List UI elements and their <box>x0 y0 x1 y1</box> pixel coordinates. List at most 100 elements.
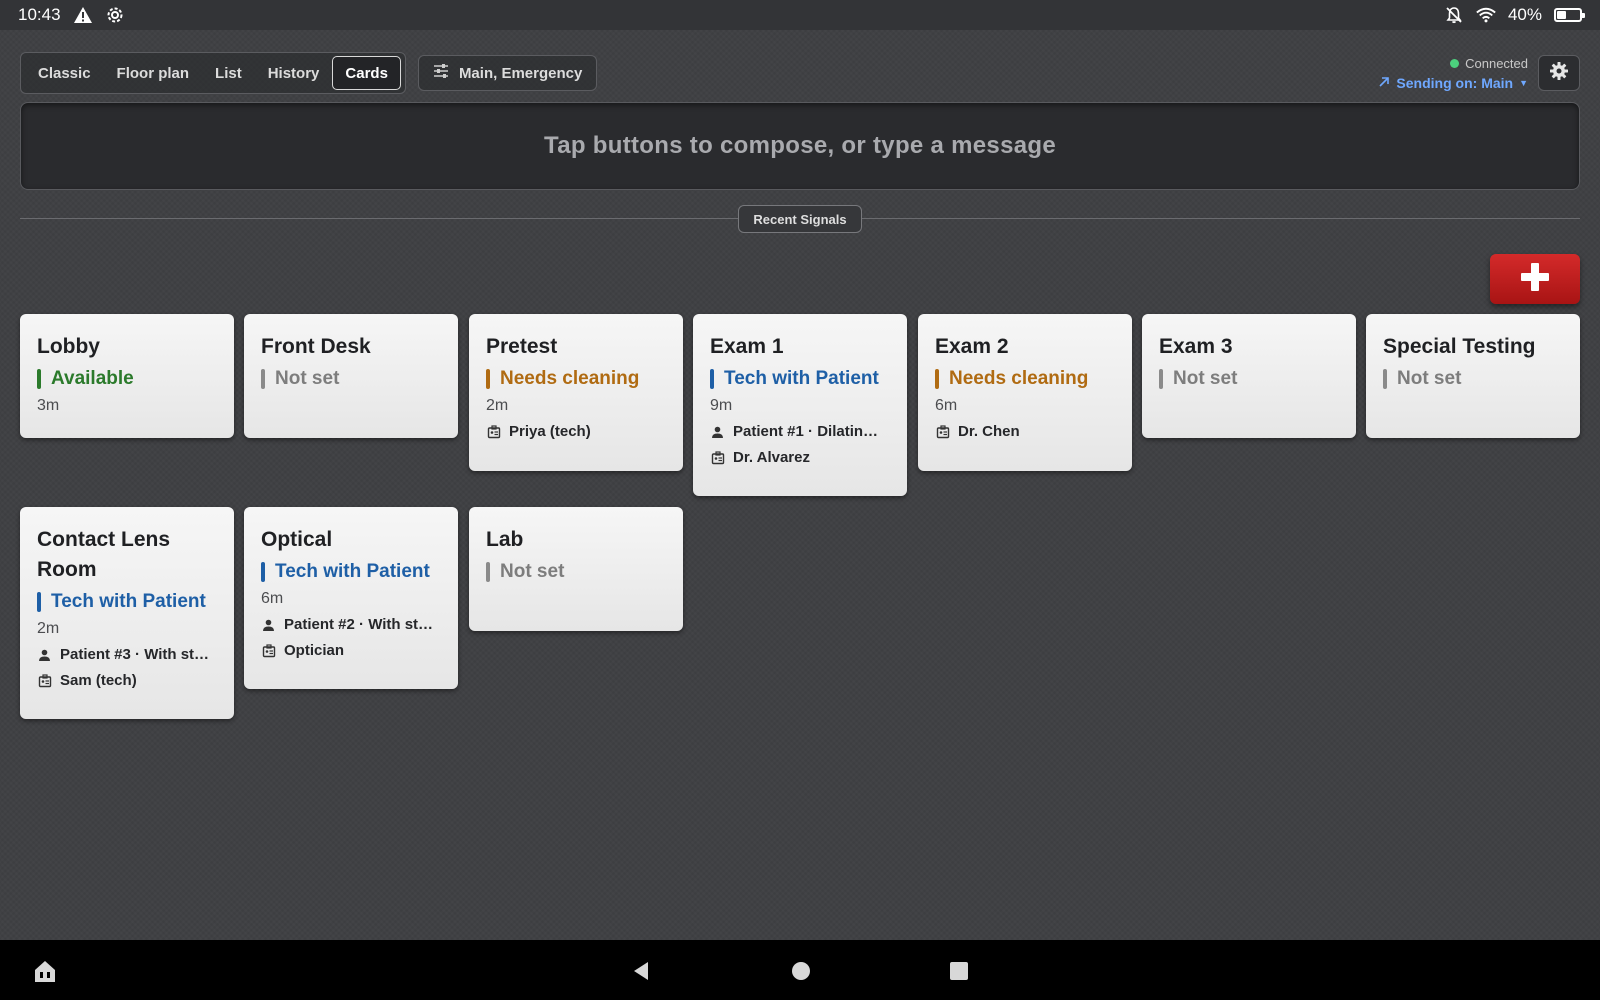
elapsed-time: 2m <box>37 620 60 637</box>
wifi-icon <box>1476 5 1496 25</box>
channel-filter-label: Main, Emergency <box>458 64 583 82</box>
home-icon[interactable] <box>30 956 60 986</box>
room-name: Lobby <box>37 335 100 358</box>
settings-icon <box>105 5 125 25</box>
elapsed-time: 9m <box>710 397 733 414</box>
connection-block: Connected Sending on: Main ▼ <box>1378 55 1580 91</box>
badge-icon <box>486 425 501 440</box>
connection-status: Connected <box>1450 56 1528 71</box>
navigation-bar <box>0 940 1600 1000</box>
sending-channel-selector[interactable]: Sending on: Main ▼ <box>1378 75 1528 91</box>
tab-list[interactable]: List <box>202 56 255 90</box>
gear-icon <box>1549 61 1569 86</box>
recents-icon[interactable] <box>944 956 974 986</box>
tab-classic[interactable]: Classic <box>25 56 104 90</box>
room-name: Pretest <box>486 335 558 358</box>
staff-row: Optician <box>261 641 441 661</box>
staff-label: Dr. Alvarez <box>733 449 810 466</box>
battery-percent: 40% <box>1507 5 1542 24</box>
sending-channel-label: Sending on: Main <box>1396 74 1514 91</box>
badge-icon <box>710 451 725 466</box>
status-indicator-bar <box>1383 369 1387 389</box>
person-icon <box>37 648 52 663</box>
toolbar: Classic Floor plan List History Cards Ma… <box>20 52 1580 94</box>
patient-row: Patient #3 · With st… <box>37 645 217 665</box>
room-card[interactable]: Front Desk Not set <box>244 314 458 438</box>
staff-row: Dr. Chen <box>935 422 1115 442</box>
badge-icon <box>935 425 950 440</box>
status-indicator-bar <box>486 369 490 389</box>
status-indicator-bar <box>935 369 939 389</box>
status-indicator-bar <box>37 369 41 389</box>
room-card[interactable]: Contact Lens Room Tech with Patient 2m Pati… <box>20 507 234 719</box>
plus-icon <box>1519 261 1551 298</box>
room-status: Available <box>37 368 217 390</box>
badge-icon <box>261 644 276 659</box>
patient-row: Patient #2 · With st… <box>261 615 441 635</box>
staff-label: Dr. Chen <box>958 423 1020 440</box>
status-indicator-bar <box>1159 369 1163 389</box>
room-card[interactable]: Special Testing Not set <box>1366 314 1580 438</box>
message-compose-field[interactable]: Tap buttons to compose, or type a messag… <box>20 102 1580 190</box>
settings-button[interactable] <box>1538 55 1580 91</box>
staff-row: Dr. Alvarez <box>710 448 890 468</box>
staff-label: Priya (tech) <box>509 423 591 440</box>
person-icon <box>261 618 276 633</box>
connected-dot-icon <box>1450 58 1460 68</box>
patient-label: Patient #1 · Dilatin… <box>733 423 879 440</box>
elapsed-time: 6m <box>935 397 958 414</box>
compose-placeholder: Tap buttons to compose, or type a messag… <box>544 132 1056 159</box>
room-status: Not set <box>261 368 441 390</box>
staff-label: Optician <box>284 642 345 659</box>
recent-signals-button[interactable]: Recent Signals <box>738 205 862 233</box>
emergency-button[interactable] <box>1490 254 1580 304</box>
room-card[interactable]: Exam 3 Not set <box>1142 314 1356 438</box>
arrow-up-right-icon <box>1378 75 1390 91</box>
room-name: Front Desk <box>261 335 371 358</box>
elapsed-time: 2m <box>486 397 509 414</box>
room-status: Tech with Patient <box>710 368 890 390</box>
status-time: 10:43 <box>18 5 61 24</box>
channel-filter-button[interactable]: Main, Emergency <box>417 55 598 91</box>
elapsed-time: 6m <box>261 590 284 607</box>
room-status: Tech with Patient <box>261 561 441 583</box>
room-card[interactable]: Lobby Available 3m <box>20 314 234 438</box>
warning-icon <box>73 5 93 25</box>
home-circle-icon[interactable] <box>786 956 816 986</box>
room-status: Not set <box>1159 368 1339 390</box>
room-status: Needs cleaning <box>486 368 666 390</box>
staff-label: Sam (tech) <box>60 672 137 689</box>
battery-icon <box>1554 8 1585 22</box>
staff-row: Priya (tech) <box>486 422 666 442</box>
status-indicator-bar <box>261 562 265 582</box>
room-status: Not set <box>1383 368 1563 390</box>
tab-floor-plan[interactable]: Floor plan <box>104 56 203 90</box>
room-card[interactable]: Pretest Needs cleaning 2m Priya (tech) <box>469 314 683 471</box>
room-card[interactable]: Exam 2 Needs cleaning 6m Dr. Chen <box>918 314 1132 471</box>
patient-label: Patient #2 · With st… <box>284 616 434 633</box>
room-card[interactable]: Exam 1 Tech with Patient 9m Patient #1 · Di… <box>693 314 907 496</box>
room-name: Optical <box>261 528 333 551</box>
patient-row: Patient #1 · Dilatin… <box>710 422 890 442</box>
elapsed-time: 3m <box>37 397 60 414</box>
sliders-icon <box>433 64 449 82</box>
status-indicator-bar <box>710 369 714 389</box>
tab-history[interactable]: History <box>255 56 333 90</box>
staff-row: Sam (tech) <box>37 671 217 691</box>
status-indicator-bar <box>261 369 265 389</box>
view-tabs: Classic Floor plan List History Cards <box>20 52 406 94</box>
patient-label: Patient #3 · With st… <box>60 646 210 663</box>
room-name: Lab <box>486 528 524 551</box>
status-indicator-bar <box>37 592 41 612</box>
room-card[interactable]: Lab Not set <box>469 507 683 631</box>
tab-cards[interactable]: Cards <box>332 56 401 90</box>
back-icon[interactable] <box>626 956 656 986</box>
room-status: Not set <box>486 561 666 583</box>
room-status: Needs cleaning <box>935 368 1115 390</box>
status-bar: 10:43 40% <box>0 0 1600 30</box>
room-name: Special Testing <box>1383 335 1536 358</box>
room-name: Exam 3 <box>1159 335 1233 358</box>
room-status: Tech with Patient <box>37 591 217 613</box>
badge-icon <box>37 674 52 689</box>
room-card[interactable]: Optical Tech with Patient 6m Patient #2 · W… <box>244 507 458 689</box>
